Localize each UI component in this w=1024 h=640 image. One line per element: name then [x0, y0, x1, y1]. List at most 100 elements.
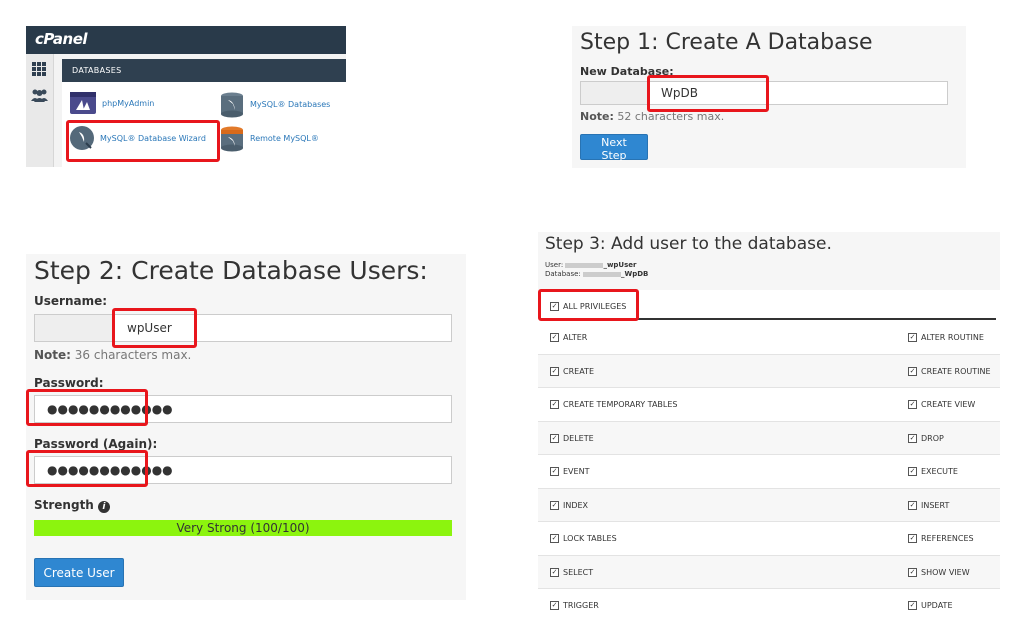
info-icon[interactable]: i: [97, 501, 110, 513]
highlight-all-privileges: [538, 289, 639, 321]
strength-meter: Very Strong (100/100): [34, 520, 452, 536]
databases-section-header: DATABASES: [62, 59, 346, 82]
step1-title: Step 1: Create A Database: [580, 30, 873, 55]
step3-header: Step 3: Add user to the database. User: …: [538, 232, 1000, 290]
privilege-option[interactable]: ✓ SELECT: [550, 567, 594, 577]
privilege-label: CREATE VIEW: [921, 400, 976, 409]
step2-title: Step 2: Create Database Users:: [34, 256, 428, 285]
phpmyadmin-link[interactable]: phpMyAdmin: [70, 92, 154, 114]
privilege-checkbox[interactable]: ✓: [550, 467, 559, 476]
privilege-checkbox[interactable]: ✓: [908, 400, 917, 409]
remote-mysql-link[interactable]: Remote MySQL®: [220, 126, 319, 152]
privilege-label: ALTER: [563, 333, 588, 342]
privilege-label: EVENT: [563, 467, 590, 476]
password-label: Password:: [34, 376, 104, 390]
remote-mysql-label: Remote MySQL®: [250, 133, 319, 143]
privilege-checkbox[interactable]: ✓: [908, 467, 917, 476]
privilege-checkbox[interactable]: ✓: [908, 534, 917, 543]
privilege-option[interactable]: ✓ CREATE TEMPORARY TABLES: [550, 400, 678, 409]
privilege-label: UPDATE: [921, 601, 953, 610]
highlight-password: [26, 389, 148, 426]
privilege-option[interactable]: ✓ REFERENCES: [908, 534, 974, 543]
privilege-checkbox[interactable]: ✓: [908, 601, 917, 610]
password-again-label: Password (Again):: [34, 437, 158, 451]
privilege-option[interactable]: ✓ CREATE ROUTINE: [908, 366, 991, 376]
database-line-label: Database:: [545, 270, 581, 278]
highlight-password-again: [26, 450, 148, 487]
privilege-option[interactable]: ✓ INDEX: [550, 500, 589, 510]
privilege-checkbox[interactable]: ✓: [908, 433, 917, 443]
highlight-database-input: [647, 75, 769, 112]
database-prefix-blur: [583, 271, 621, 277]
grid-icon[interactable]: [32, 62, 47, 77]
highlight-wizard: [66, 120, 220, 162]
privilege-label: INSERT: [921, 500, 950, 510]
privilege-option[interactable]: ✓ ALTER ROUTINE: [908, 333, 984, 342]
privilege-row: ✓ DELETE ✓ DROP: [538, 421, 1000, 455]
privilege-option[interactable]: ✓ EXECUTE: [908, 467, 958, 476]
privilege-checkbox[interactable]: ✓: [908, 567, 917, 577]
cpanel-sidebar: [26, 54, 54, 167]
privilege-row: ✓ INDEX ✓ INSERT: [538, 488, 1000, 522]
privilege-label: CREATE TEMPORARY TABLES: [563, 400, 678, 409]
next-step-button[interactable]: Next Step: [580, 134, 648, 162]
privilege-option[interactable]: ✓ EVENT: [550, 467, 589, 476]
step1-panel: Step 1: Create A Database New Database: …: [572, 26, 966, 168]
privilege-checkbox[interactable]: ✓: [550, 500, 559, 510]
username-prefix: [34, 314, 114, 342]
privilege-label: REFERENCES: [921, 534, 974, 543]
privilege-checkbox[interactable]: ✓: [908, 333, 917, 342]
database-line-value: _WpDB: [621, 270, 649, 278]
privilege-row: ✓ LOCK TABLES ✓ REFERENCES: [538, 522, 1000, 556]
username-label: Username:: [34, 294, 108, 308]
database-prefix: [580, 81, 648, 105]
mysql-databases-link[interactable]: MySQL® Databases: [220, 92, 331, 118]
highlight-username: [112, 308, 197, 348]
privilege-option[interactable]: ✓ DELETE: [550, 433, 594, 443]
privilege-option[interactable]: ✓ CREATE VIEW: [908, 400, 975, 409]
cpanel-panel: cPanel DATABASES phpMyAdmin MySQL® Datab: [26, 26, 346, 167]
privilege-option[interactable]: ✓ SHOW VIEW: [908, 567, 970, 577]
privilege-label: TRIGGER: [563, 601, 599, 610]
mysql-databases-label: MySQL® Databases: [250, 99, 331, 109]
step2-note-text: 36 characters max.: [70, 348, 192, 362]
strength-label-text: Strength: [34, 498, 94, 512]
cpanel-logo: cPanel: [35, 30, 88, 48]
privilege-checkbox[interactable]: ✓: [550, 433, 559, 443]
privilege-checkbox[interactable]: ✓: [550, 400, 559, 409]
privilege-label: SELECT: [563, 567, 594, 577]
step2-note-bold: Note:: [34, 348, 71, 362]
privilege-checkbox[interactable]: ✓: [550, 534, 559, 543]
user-line-value: _wpUser: [603, 261, 637, 269]
privilege-option[interactable]: ✓ TRIGGER: [550, 601, 599, 610]
privilege-row: ✓ CREATE TEMPORARY TABLES ✓ CREATE VIEW: [538, 388, 1000, 422]
phpmyadmin-label: phpMyAdmin: [102, 98, 155, 108]
privilege-option[interactable]: ✓ DROP: [908, 433, 944, 443]
privilege-label: DROP: [921, 433, 944, 443]
privilege-checkbox[interactable]: ✓: [550, 567, 559, 577]
step3-panel: Step 3: Add user to the database. User: …: [538, 232, 1000, 622]
user-prefix-blur: [565, 262, 604, 268]
strength-label: Strength i: [34, 498, 110, 513]
privilege-label: INDEX: [563, 500, 589, 510]
privilege-row: ✓ EVENT ✓ EXECUTE: [538, 455, 1000, 489]
privilege-option[interactable]: ✓ CREATE: [550, 366, 594, 376]
database-line: Database: _WpDB: [545, 270, 648, 278]
privilege-option[interactable]: ✓ INSERT: [908, 500, 950, 510]
privilege-checkbox[interactable]: ✓: [550, 333, 559, 342]
privilege-row: ✓ ALTER ✓ ALTER ROUTINE: [538, 321, 1000, 355]
privilege-checkbox[interactable]: ✓: [908, 500, 917, 510]
privilege-option[interactable]: ✓ LOCK TABLES: [550, 534, 617, 543]
user-line-label: User:: [545, 261, 564, 269]
create-user-button[interactable]: Create User: [34, 558, 124, 587]
privilege-label: ALTER ROUTINE: [921, 333, 984, 342]
privilege-option[interactable]: ✓ UPDATE: [908, 601, 953, 610]
users-icon[interactable]: [30, 87, 49, 103]
privilege-row: ✓ SELECT ✓ SHOW VIEW: [538, 555, 1000, 589]
privilege-checkbox[interactable]: ✓: [908, 366, 917, 376]
privilege-checkbox[interactable]: ✓: [550, 366, 559, 376]
privilege-label: LOCK TABLES: [563, 534, 617, 543]
privilege-option[interactable]: ✓ ALTER: [550, 333, 587, 342]
privilege-checkbox[interactable]: ✓: [550, 601, 559, 610]
remote-mysql-icon: [220, 126, 244, 152]
